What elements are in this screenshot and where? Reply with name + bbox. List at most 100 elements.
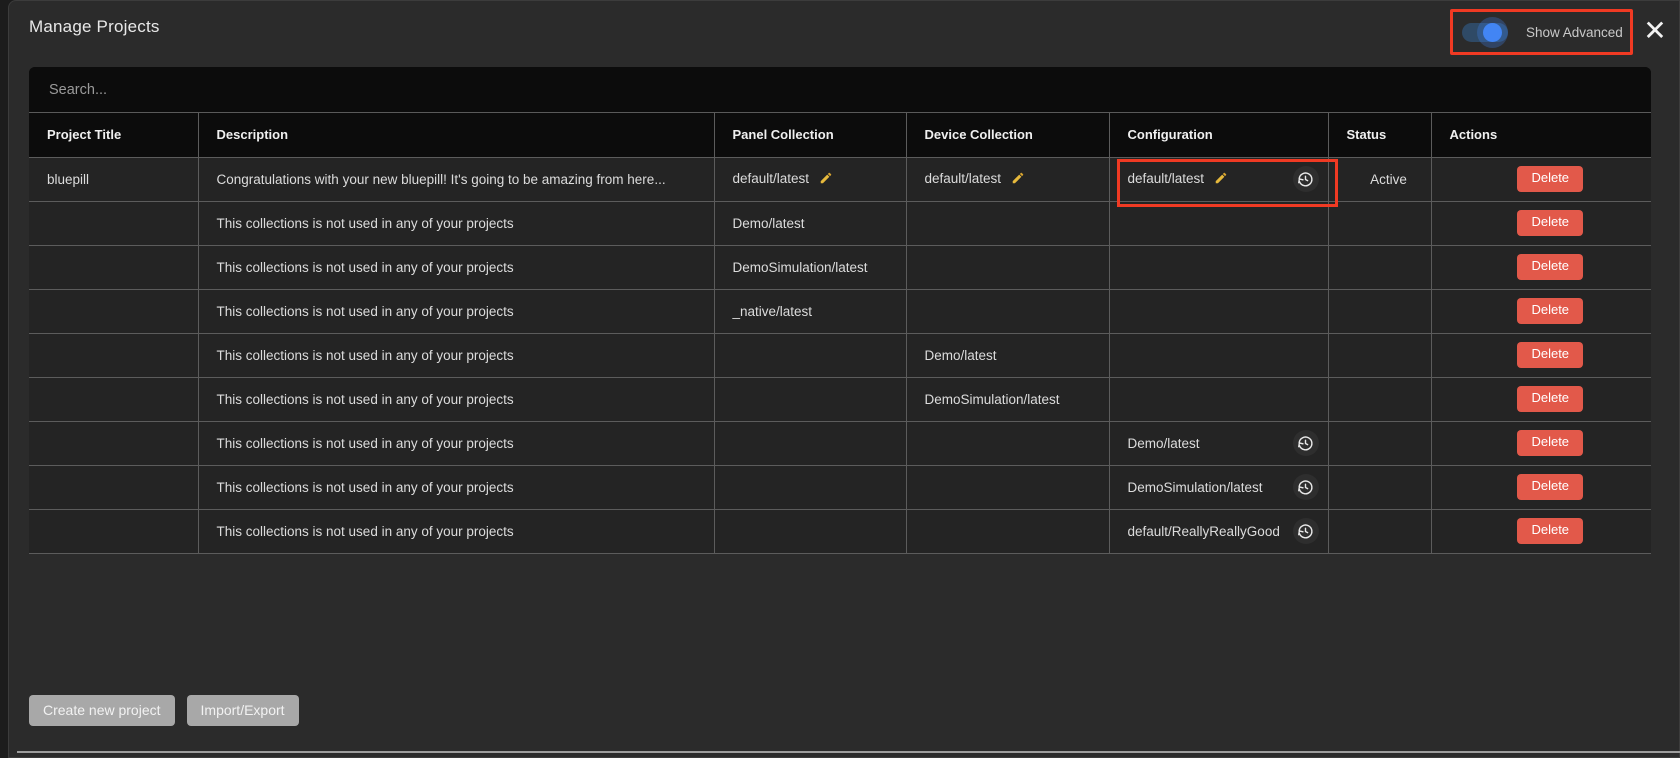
table-row[interactable]: This collections is not used in any of y… — [29, 333, 1651, 378]
cell-configuration: DemoSimulation/latest — [1109, 465, 1329, 510]
pencil-icon[interactable] — [819, 171, 833, 188]
delete-button[interactable]: Delete — [1517, 518, 1584, 544]
column-header-actions[interactable]: Actions — [1431, 113, 1651, 158]
cell-description-text: This collections is not used in any of y… — [216, 479, 514, 495]
show-advanced-label: Show Advanced — [1526, 24, 1623, 40]
cell-configuration: Demo/latest — [1109, 421, 1329, 466]
cell-panel-collection — [714, 333, 907, 378]
create-new-project-button[interactable]: Create new project — [29, 695, 175, 727]
import-export-button[interactable]: Import/Export — [186, 695, 299, 727]
table-row[interactable]: This collections is not used in any of y… — [29, 245, 1651, 290]
pencil-icon[interactable] — [1011, 171, 1025, 188]
cell-project-title — [29, 509, 199, 554]
cell-description-text: This collections is not used in any of y… — [216, 303, 514, 319]
delete-button[interactable]: Delete — [1517, 474, 1584, 500]
show-advanced-toggle[interactable]: Show Advanced — [1460, 17, 1623, 48]
history-icon[interactable] — [1292, 430, 1319, 456]
table-row[interactable]: This collections is not used in any of y… — [29, 465, 1651, 510]
cell-status — [1328, 421, 1432, 466]
table-row[interactable]: This collections is not used in any of y… — [29, 289, 1651, 334]
cell-description: This collections is not used in any of y… — [198, 421, 715, 466]
table-row[interactable]: This collections is not used in any of y… — [29, 509, 1651, 554]
cell-project-title: bluepill — [29, 157, 199, 202]
pencil-icon[interactable] — [1214, 171, 1228, 188]
cell-actions: Delete — [1431, 333, 1651, 378]
cell-configuration-text: default/latest — [1127, 170, 1205, 186]
cell-description: This collections is not used in any of y… — [198, 465, 715, 510]
cell-description-text: This collections is not used in any of y… — [216, 259, 514, 275]
cell-description: This collections is not used in any of y… — [198, 201, 715, 246]
history-icon[interactable] — [1292, 474, 1319, 500]
delete-button[interactable]: Delete — [1517, 386, 1584, 412]
cell-status — [1328, 509, 1432, 554]
cell-project-title — [29, 289, 199, 334]
history-icon[interactable] — [1292, 166, 1319, 192]
cell-description: This collections is not used in any of y… — [198, 377, 715, 422]
cell-configuration — [1109, 245, 1329, 290]
cell-description-text: This collections is not used in any of y… — [216, 347, 514, 363]
table-row[interactable]: This collections is not used in any of y… — [29, 377, 1651, 422]
cell-device-collection — [906, 509, 1110, 554]
cell-status — [1328, 333, 1432, 378]
search-input[interactable] — [49, 81, 649, 98]
cell-panel-collection-text: DemoSimulation/latest — [732, 259, 868, 275]
close-icon[interactable]: ✕ — [1641, 17, 1669, 46]
cell-description: Congratulations with your new bluepill! … — [198, 157, 715, 202]
cell-device-collection — [906, 245, 1110, 290]
cell-description-text: This collections is not used in any of y… — [216, 523, 514, 539]
cell-device-collection — [906, 421, 1110, 466]
column-header-configuration[interactable]: Configuration — [1109, 113, 1329, 158]
cell-project-title — [29, 201, 199, 246]
cell-panel-collection: Demo/latest — [714, 201, 907, 246]
cell-description: This collections is not used in any of y… — [198, 509, 715, 554]
cell-device-collection-text: DemoSimulation/latest — [924, 391, 1060, 407]
history-icon[interactable] — [1292, 518, 1319, 544]
cell-description-text: This collections is not used in any of y… — [216, 435, 514, 451]
cell-actions: Delete — [1431, 289, 1651, 334]
table-row[interactable]: This collections is not used in any of y… — [29, 201, 1651, 246]
delete-button[interactable]: Delete — [1517, 430, 1584, 456]
cell-actions: Delete — [1431, 377, 1651, 422]
cell-panel-collection — [714, 421, 907, 466]
search-bar[interactable] — [29, 67, 1651, 113]
cell-status — [1328, 377, 1432, 422]
column-header-description[interactable]: Description — [198, 113, 715, 158]
cell-description-text: Congratulations with your new bluepill! … — [216, 171, 666, 187]
delete-button[interactable]: Delete — [1517, 342, 1584, 368]
cell-panel-collection — [714, 465, 907, 510]
cell-panel-collection-text: Demo/latest — [732, 215, 805, 231]
cell-status: Active — [1328, 157, 1432, 202]
toggle-switch[interactable] — [1460, 17, 1516, 48]
column-header-status[interactable]: Status — [1328, 113, 1432, 158]
cell-description: This collections is not used in any of y… — [198, 245, 715, 290]
cell-device-collection: default/latest — [906, 157, 1110, 202]
cell-configuration — [1109, 333, 1329, 378]
column-header-panel-collection[interactable]: Panel Collection — [714, 113, 907, 158]
cell-actions: Delete — [1431, 421, 1651, 466]
cell-status — [1328, 289, 1432, 334]
cell-status — [1328, 465, 1432, 510]
table-row[interactable]: bluepill Congratulations with your new bl… — [29, 157, 1651, 202]
cell-device-collection-text: Demo/latest — [924, 347, 997, 363]
column-header-project-title[interactable]: Project Title — [29, 113, 199, 158]
toggle-thumb — [1483, 23, 1502, 42]
table-header-row: Project Title Description Panel Collecti… — [29, 113, 1651, 158]
cell-project-title — [29, 421, 199, 466]
cell-configuration — [1109, 377, 1329, 422]
manage-projects-dialog: Manage Projects Show Advanced ✕ Search..… — [8, 0, 1680, 758]
table-body: bluepill Congratulations with your new bl… — [29, 157, 1651, 554]
cell-panel-collection-text: default/latest — [732, 170, 810, 186]
cell-actions: Delete — [1431, 157, 1651, 202]
cell-configuration — [1109, 289, 1329, 334]
table-row[interactable]: This collections is not used in any of y… — [29, 421, 1651, 466]
bottom-divider — [17, 751, 1680, 753]
delete-button[interactable]: Delete — [1517, 210, 1584, 236]
delete-button[interactable]: Delete — [1517, 298, 1584, 324]
cell-panel-collection — [714, 377, 907, 422]
cell-project-title — [29, 465, 199, 510]
column-header-device-collection[interactable]: Device Collection — [906, 113, 1110, 158]
projects-table: Project Title Description Panel Collecti… — [29, 113, 1651, 554]
delete-button[interactable]: Delete — [1517, 254, 1584, 280]
delete-button[interactable]: Delete — [1517, 166, 1584, 192]
cell-description: This collections is not used in any of y… — [198, 333, 715, 378]
